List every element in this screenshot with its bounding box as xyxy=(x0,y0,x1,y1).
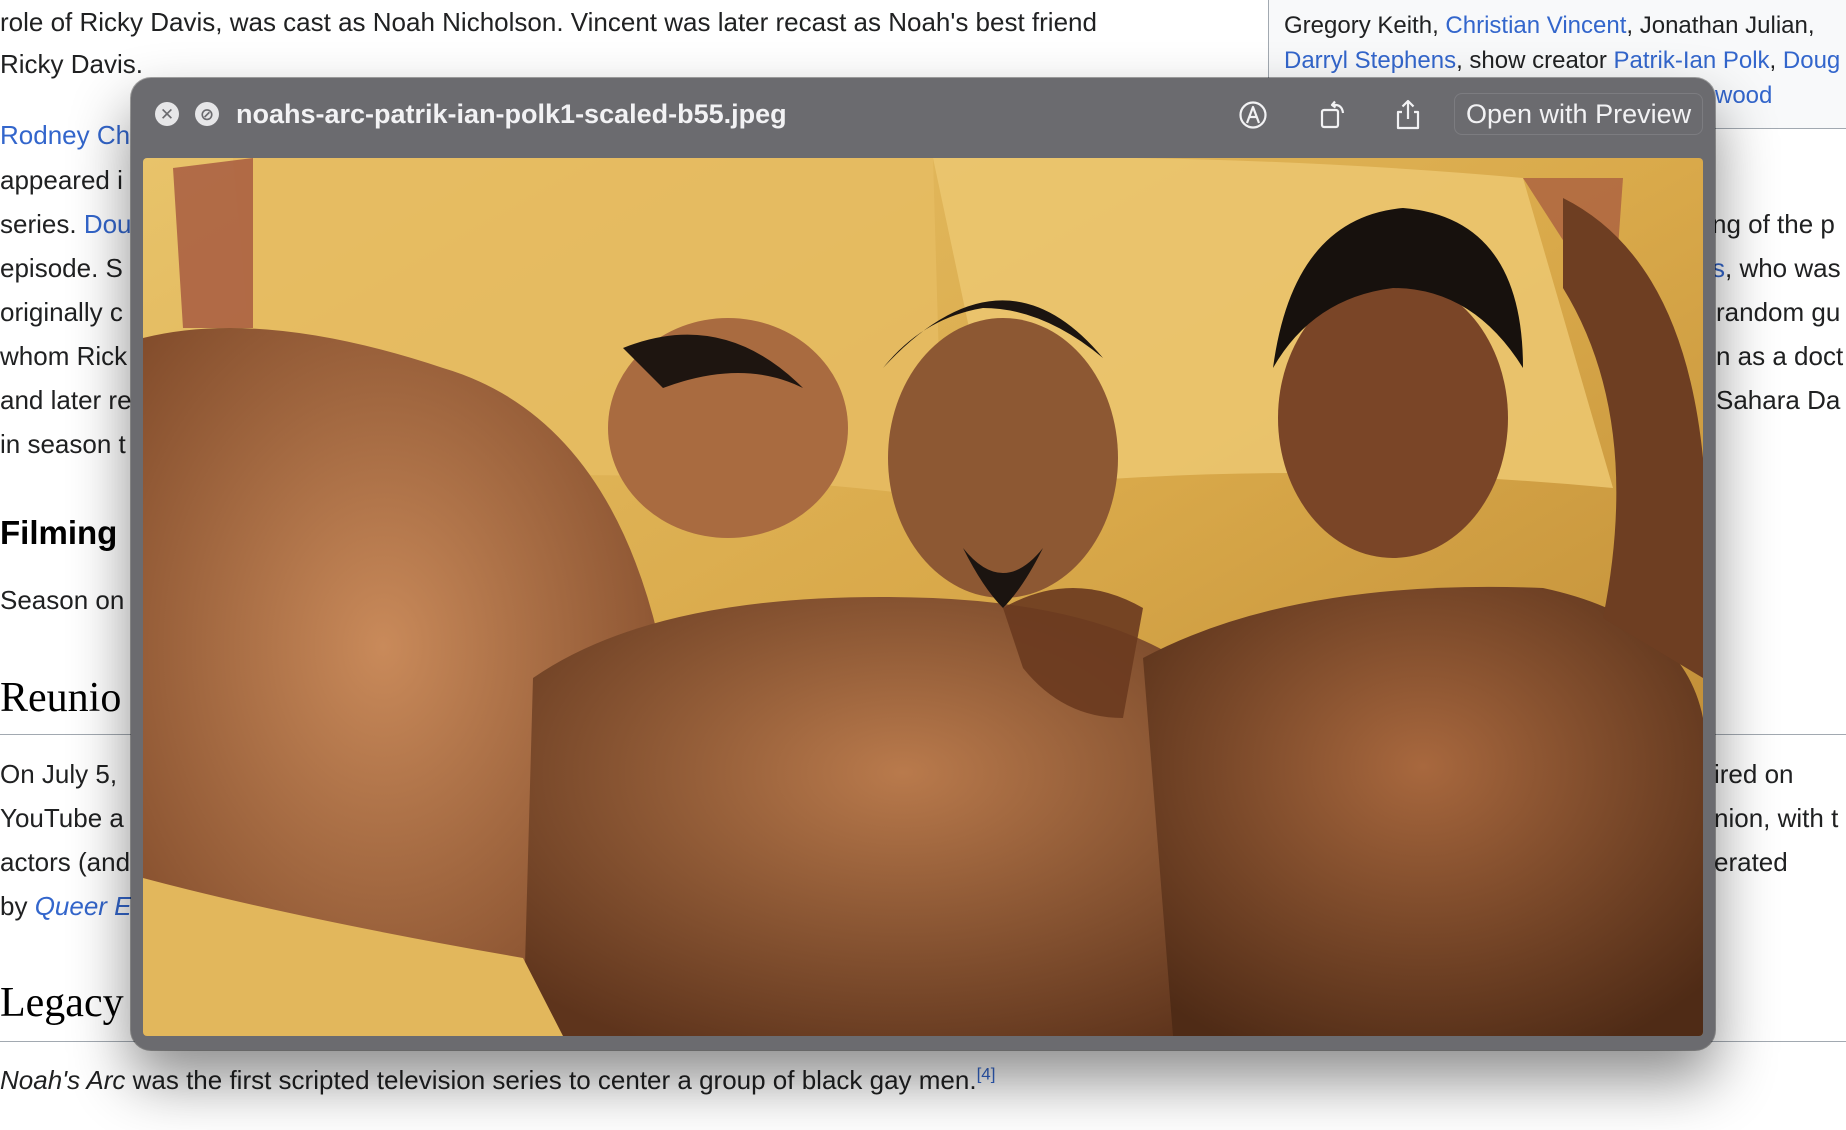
reunion-line-1: On July 5, xyxy=(0,759,118,789)
cast-right-line-7: Sahara Da xyxy=(1716,385,1841,415)
rodney-link[interactable]: Rodney Ch xyxy=(0,113,130,157)
infobox-line-2: Darryl Stephens, show creator Patrik-Ian… xyxy=(1284,43,1840,78)
cast-right-line-6: n as a doct xyxy=(1716,341,1844,371)
reunion-line-3: actors (and xyxy=(0,847,131,877)
legacy-sentence: Noah's Arc was the first scripted televi… xyxy=(0,1058,995,1102)
close-icon[interactable]: ✕ xyxy=(155,102,179,126)
article-line-2: Ricky Davis. xyxy=(0,49,144,79)
reunion-line-2: YouTube a xyxy=(0,803,124,833)
fullscreen-icon[interactable]: ⊘ xyxy=(195,102,219,126)
infobox-line-1: Gregory Keith, Christian Vincent, Jonath… xyxy=(1284,8,1815,43)
share-icon[interactable] xyxy=(1391,98,1425,132)
legacy-heading: Legacy xyxy=(0,980,124,1026)
preview-image xyxy=(143,158,1703,1036)
darryl-stephens-link[interactable]: Darryl Stephens xyxy=(1284,47,1456,74)
infobox-text-a: Gregory Keith, xyxy=(1284,12,1446,39)
cast-line-3: series. Dou xyxy=(0,202,132,246)
doug-link[interactable]: Dou xyxy=(84,209,132,239)
doug-infobox-link[interactable]: Doug xyxy=(1783,47,1840,74)
cast-right-line-4: s, who was xyxy=(1712,246,1841,290)
reunion-line-4: by Queer E xyxy=(0,884,132,928)
cast-line-4: episode. S xyxy=(0,253,123,283)
citation-link[interactable]: [4] xyxy=(977,1064,996,1083)
infobox-text-c: , show creator xyxy=(1456,47,1614,74)
reunion-heading: Reunio xyxy=(0,675,122,721)
markup-icon[interactable] xyxy=(1236,98,1270,132)
legacy-title: Noah's Arc xyxy=(0,1065,126,1095)
article-line-1: role of Ricky Davis, was cast as Noah Ni… xyxy=(0,7,1097,37)
cast-line-8: in season t xyxy=(0,429,126,459)
infobox-text-d: , xyxy=(1769,47,1783,74)
cast-right-line-4-text: , who was xyxy=(1725,253,1841,283)
reunion-right-line-2: nion, with t xyxy=(1714,803,1839,833)
infobox-text-b: , Jonathan Julian, xyxy=(1626,12,1815,39)
open-with-preview-button[interactable]: Open with Preview xyxy=(1454,93,1704,135)
cast-line-3-text: series. xyxy=(0,209,84,239)
reunion-line-4-text: by xyxy=(0,891,35,921)
photo-illustration xyxy=(143,158,1703,1036)
quicklook-window: ✕ ⊘ noahs-arc-patrik-ian-polk1-scaled-b5… xyxy=(131,78,1715,1050)
patrik-ian-polk-link[interactable]: Patrik-Ian Polk xyxy=(1613,47,1769,74)
quicklook-titlebar[interactable]: ✕ ⊘ noahs-arc-patrik-ian-polk1-scaled-b5… xyxy=(131,78,1715,150)
reunion-right-line-3: erated xyxy=(1714,847,1788,877)
rotate-icon[interactable] xyxy=(1316,98,1350,132)
filming-heading: Filming xyxy=(0,514,118,551)
cast-line-2: appeared i xyxy=(0,165,123,195)
quicklook-filename: noahs-arc-patrik-ian-polk1-scaled-b55.jp… xyxy=(236,99,787,129)
wood-link[interactable]: wood xyxy=(1715,78,1772,113)
cast-right-line-5: random gu xyxy=(1716,297,1841,327)
cast-line-7: and later re xyxy=(0,385,132,415)
legacy-text: was the first scripted television series… xyxy=(125,1065,977,1095)
cast-right-line-3: ng of the p xyxy=(1712,209,1835,239)
reunion-right-line-1: ired on xyxy=(1714,759,1794,789)
cast-line-6: whom Rick xyxy=(0,341,128,371)
queer-link[interactable]: Queer E xyxy=(35,891,132,921)
filming-text: Season on xyxy=(0,585,125,615)
christian-vincent-link[interactable]: Christian Vincent xyxy=(1445,12,1626,39)
cast-line-5: originally c xyxy=(0,297,123,327)
